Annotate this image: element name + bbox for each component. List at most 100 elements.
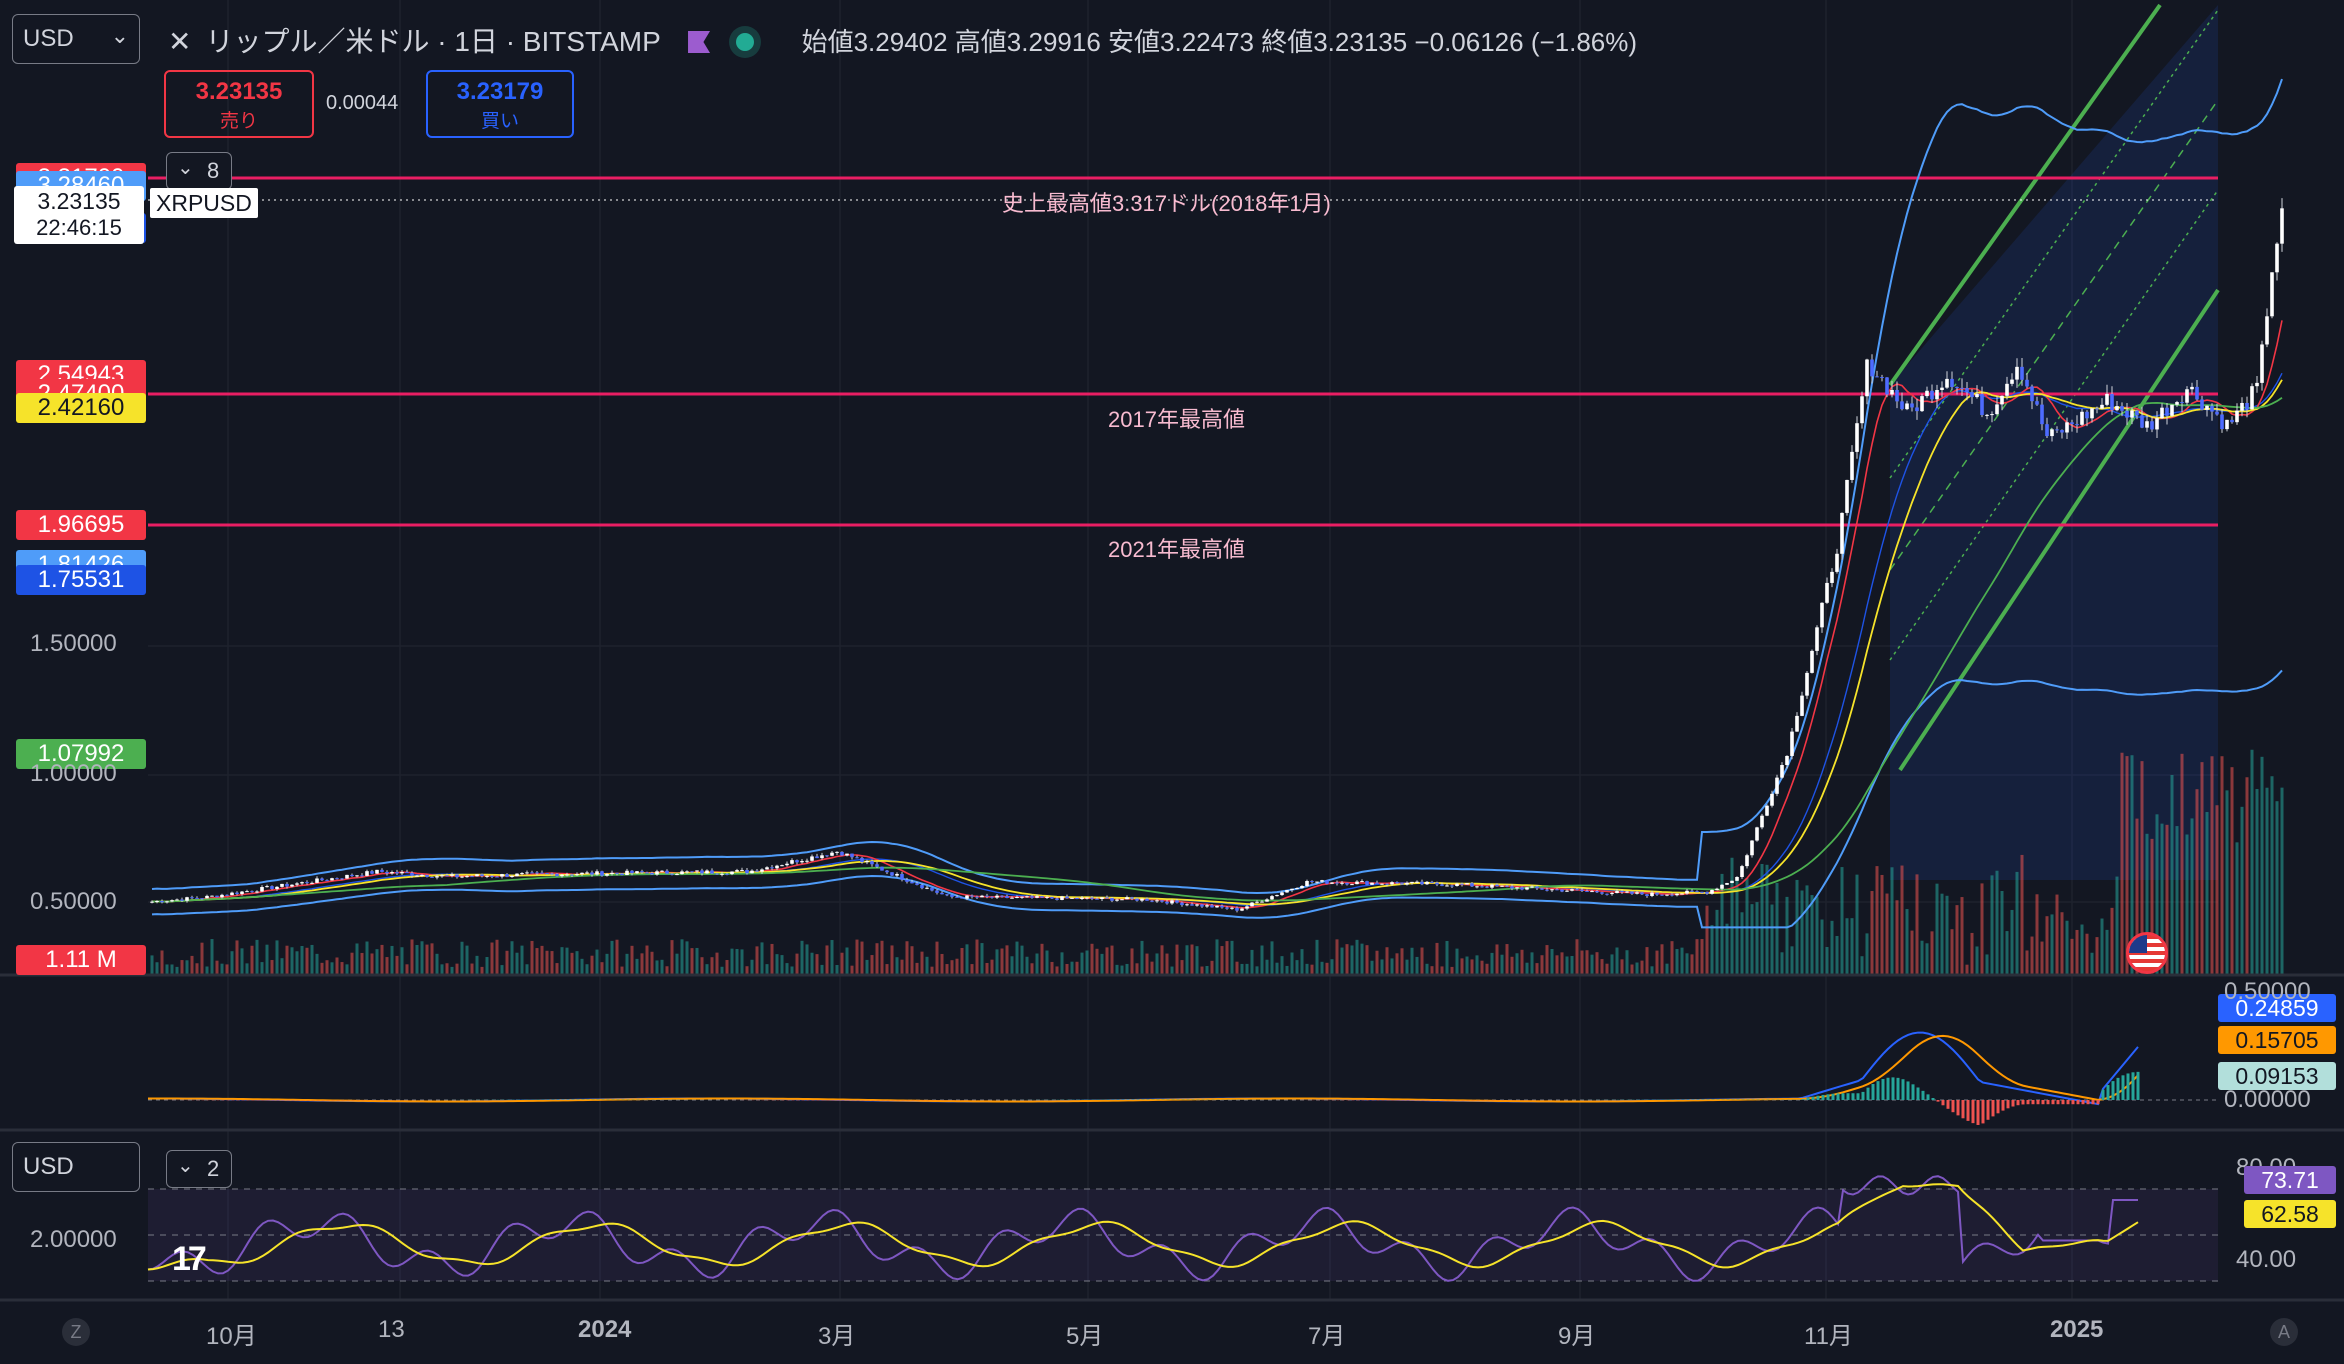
currency-select-secondary[interactable]: USD [12,1142,140,1192]
candle-body [2095,408,2099,410]
candle-body [1825,582,1829,603]
macd-histogram-bar [1951,1100,1955,1113]
candle-body [2250,386,2254,410]
candle-body [1435,882,1439,885]
volume-bar [1080,952,1084,975]
volume-bar [1970,932,1974,975]
candle-body [2100,404,2104,409]
volume-bar [585,964,589,975]
candle-body [1160,900,1164,902]
candle-body [1875,376,1879,378]
volume-bar [1685,953,1689,975]
volume-bar [2265,787,2269,975]
candle-body [975,896,979,898]
macd-histogram-bar [2006,1100,2010,1109]
macd-tick: 0.50000 [2224,978,2311,1005]
volume-bar [2220,756,2224,975]
corner-left[interactable]: Z [62,1318,90,1346]
volume-bar [800,940,804,975]
volume-bar [845,947,849,975]
volume-bar [1275,962,1279,975]
volume-bar [485,957,489,975]
volume-bar [1945,895,1949,975]
candle-body [1705,891,1709,894]
corner-right[interactable]: A [2270,1318,2298,1346]
volume-bar [1560,952,1564,975]
volume-bar [1310,964,1314,975]
candle-body [1255,901,1259,903]
volume-bar [390,945,394,975]
candle-body [1780,765,1784,778]
volume-bar [1135,963,1139,975]
candle-body [660,870,664,872]
candle-body [300,882,304,884]
volume-bar [805,944,809,975]
candle-body [1365,881,1369,885]
us-flag-icon[interactable] [2126,932,2168,974]
volume-bar [440,964,444,975]
candle-body [760,869,764,872]
volume-bar [1040,943,1044,975]
candle-body [865,861,869,863]
macd-histogram-bar [1831,1093,1835,1100]
candle-body [315,878,319,883]
candle-body [1120,899,1124,901]
volume-bar [1245,963,1249,975]
macd-histogram-bar [1816,1095,1820,1100]
candle-body [2105,393,2109,405]
macd-histogram-bar [2121,1075,2125,1100]
volume-bar [1800,890,1804,975]
time-tick: 2024 [578,1316,632,1343]
candle-body [1940,387,1944,391]
volume-bar [2200,762,2204,975]
volume-bar [1840,867,1844,975]
volume-bar [330,962,334,975]
candle-body [1490,884,1494,888]
candle-body [810,856,814,861]
candle-body [2020,366,2024,380]
candle-body [1840,512,1844,554]
candle-body [440,875,444,877]
candle-body [180,899,184,901]
currency-select[interactable]: USD ⌄ [12,14,140,64]
candle-body [1510,886,1514,889]
candle-body [1830,571,1834,583]
volume-bar [1785,896,1789,975]
volume-bar [1315,939,1319,975]
candle-body [475,874,479,877]
candle-body [335,878,339,880]
candle-body [2185,389,2189,403]
candle-body [230,892,234,896]
symbol-title[interactable]: リップル／米ドル · 1日 · BITSTAMP [205,26,660,57]
candle-body [1460,883,1464,885]
buy-button[interactable]: 3.23179 買い [426,70,574,138]
volume-bar [415,944,419,975]
candle-body [735,870,739,872]
volume-bar [240,948,244,975]
candle-body [1855,423,1859,452]
candle-body [750,870,754,874]
candle-body [1910,403,1914,408]
candle-body [565,874,569,876]
volume-bar [2110,907,2114,975]
rsi-pane [147,1175,2218,1282]
sell-button[interactable]: 3.23135 売り [164,70,314,138]
indicators-toggle[interactable]: ⌄ 8 [166,152,232,190]
candle-body [295,883,299,885]
candle-body [450,874,454,876]
volume-bar [1675,949,1679,975]
volume-bar [705,964,709,975]
close-icon[interactable]: ✕ [168,26,191,57]
volume-bar [265,944,269,975]
candle-body [1305,881,1309,886]
candle-body [2135,410,2139,416]
macd-histogram-bar [2001,1100,2005,1111]
indicators-toggle-rsi[interactable]: ⌄ 2 [166,1150,232,1188]
market-status-icon[interactable] [735,33,754,51]
volume-bar [1085,950,1089,975]
flag-icon[interactable] [688,31,711,53]
candle-body [1170,900,1174,904]
volume-bar [245,963,249,975]
volume-bar [170,964,174,975]
candle-body [485,875,489,877]
